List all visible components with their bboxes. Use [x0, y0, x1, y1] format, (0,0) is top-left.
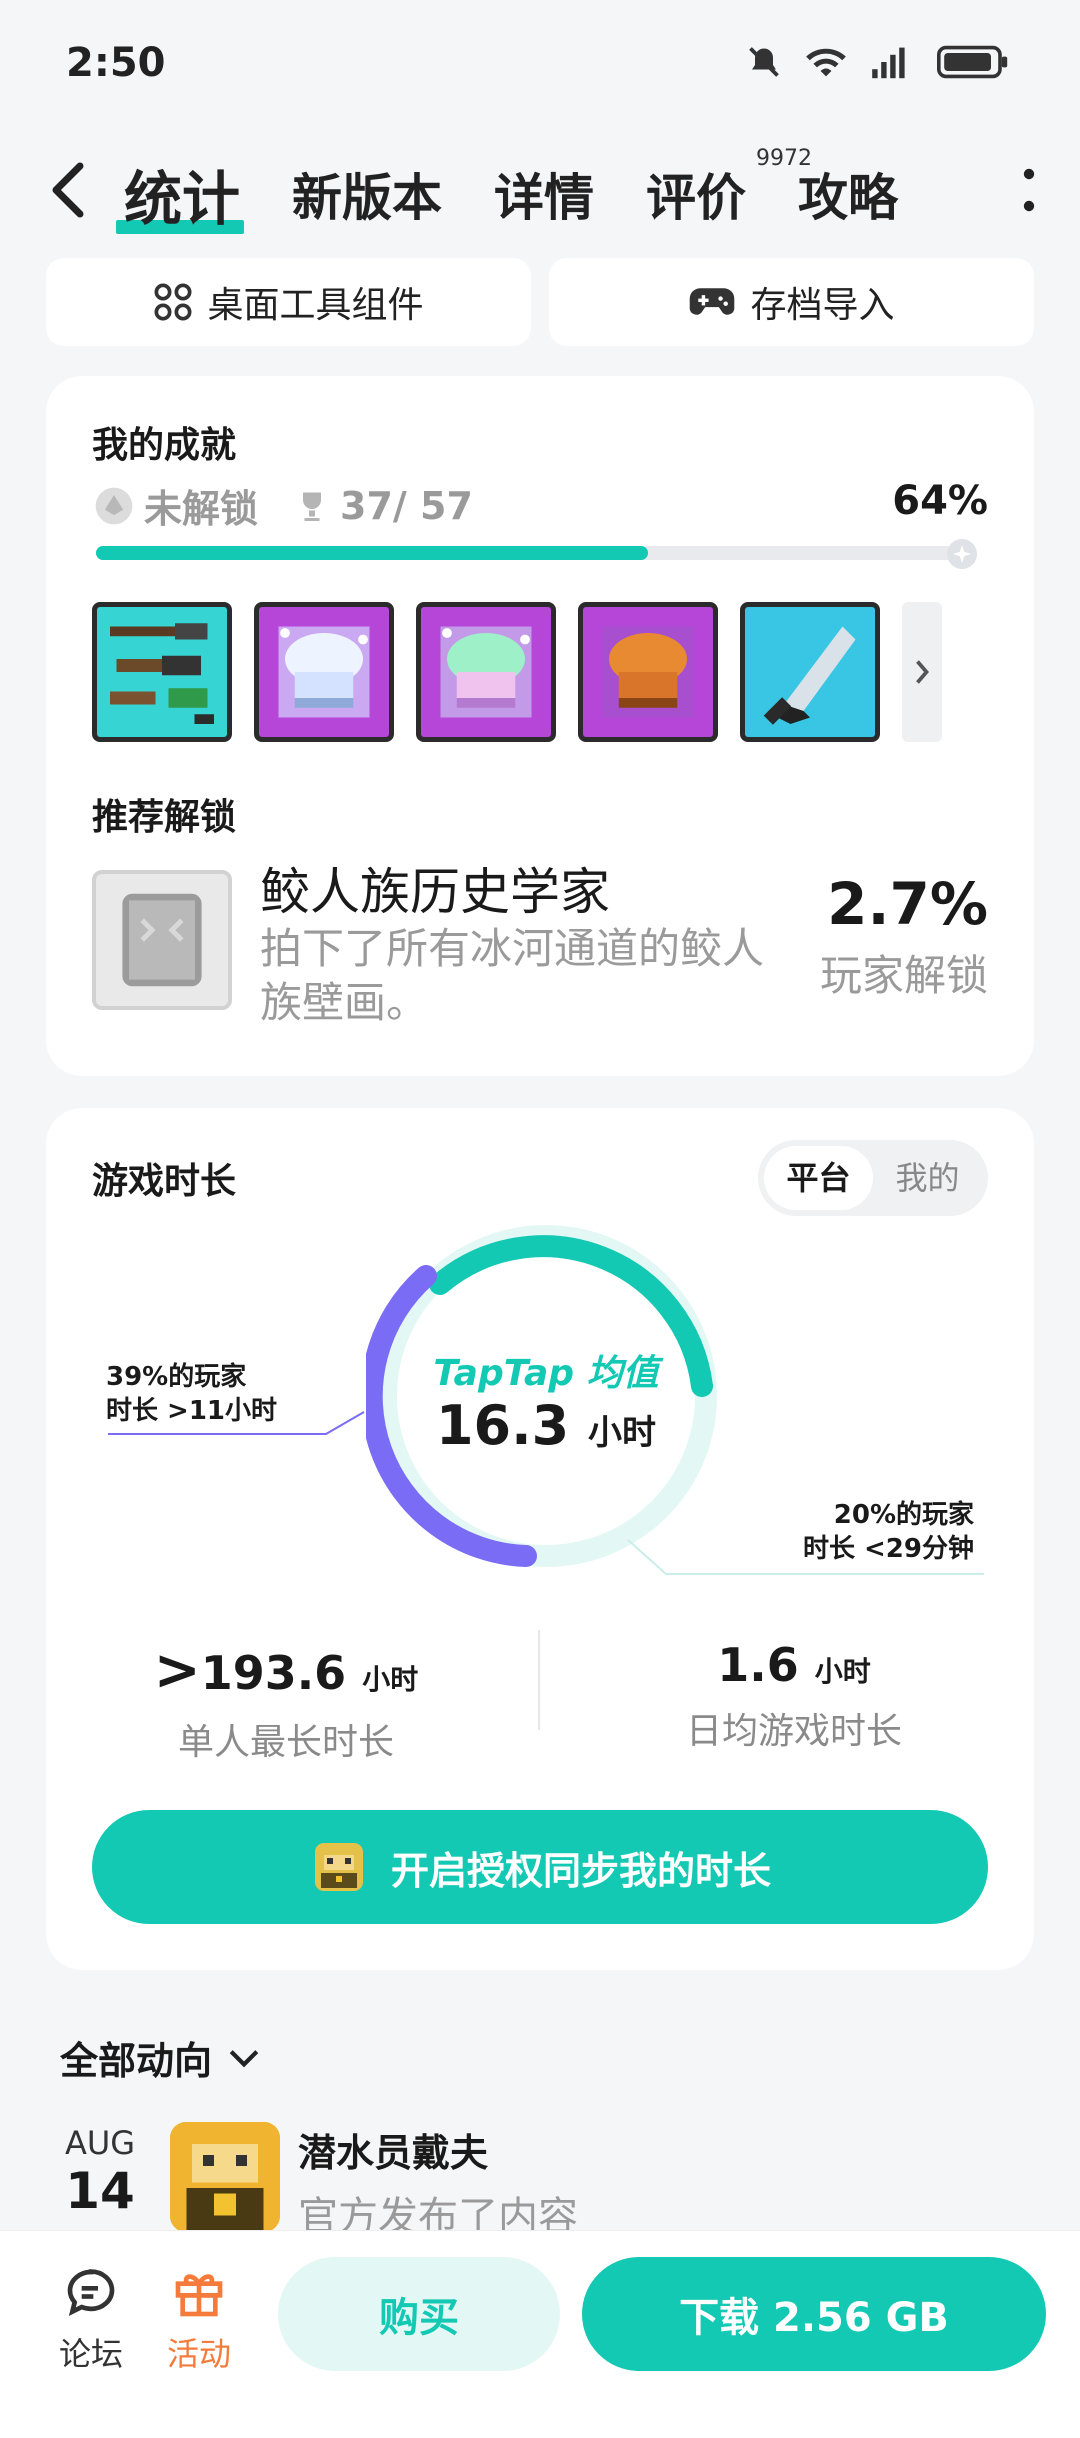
- achievement-progress-fill: [96, 546, 648, 560]
- tab-guides[interactable]: 攻略: [798, 158, 898, 230]
- tab-reviews[interactable]: 评价 9972: [646, 146, 812, 230]
- max-playtime-stat: >193.6 小时 单人最长时长: [46, 1638, 526, 1765]
- status-time: 2:50: [66, 40, 166, 86]
- donut-number: 16.3: [435, 1394, 570, 1457]
- battery-icon: [937, 45, 1008, 79]
- tab-reviews-label: 评价: [646, 169, 747, 227]
- feed-avatar[interactable]: [170, 2122, 280, 2232]
- diver-avatar-icon: [314, 1843, 363, 1891]
- locked-label: 未解锁: [144, 487, 259, 531]
- forum-icon: [67, 2269, 115, 2317]
- unlock-rate: 2.7%: [827, 870, 988, 938]
- playtime-title: 游戏时长: [92, 1161, 237, 1202]
- chevron-down-icon: [229, 2049, 259, 2067]
- achievement-summary: 未解锁 37/ 57: [92, 478, 992, 533]
- daily-value: 1.6: [717, 1638, 799, 1692]
- locked-badge-icon: [95, 487, 133, 524]
- unlock-rate-label: 玩家解锁: [819, 951, 988, 1000]
- max-prefix: >: [153, 1638, 201, 1703]
- playtime-card: 游戏时长 平台 我的 TapTap 均值 16.3 小时 39%的玩家 时长 >…: [46, 1108, 1034, 1970]
- achievement-chef-hat-green-icon[interactable]: [416, 602, 556, 742]
- max-value: 193.6: [200, 1646, 347, 1700]
- annotation-right-line1: 20%的玩家: [833, 1500, 974, 1530]
- signal-icon: [872, 47, 905, 79]
- daily-unit: 小时: [814, 1655, 871, 1688]
- activity-label: 活动: [166, 2335, 231, 2373]
- daily-label: 日均游戏时长: [685, 1711, 902, 1752]
- recommended-achievement-name: 鲛人族历史学家: [260, 863, 610, 921]
- download-button[interactable]: 下载 2.56 GB: [582, 2257, 1046, 2371]
- widget-button-label: 桌面工具组件: [207, 285, 424, 326]
- gamepad-icon: [690, 288, 735, 315]
- achievement-count: 37/ 57: [340, 483, 473, 528]
- widgets-icon: [154, 283, 192, 321]
- bottom-bar: 论坛 活动 购买 下载 2.56 GB: [0, 2230, 1080, 2438]
- gift-icon: [175, 2274, 223, 2317]
- buy-button[interactable]: 购买: [278, 2257, 560, 2371]
- feed-date: AUG 14: [60, 2124, 140, 2220]
- feed-filter-label: 全部动向: [60, 2039, 213, 2083]
- forum-label: 论坛: [58, 2335, 123, 2373]
- recommended-achievement-icon[interactable]: [92, 870, 232, 1010]
- wifi-icon: [806, 48, 846, 77]
- trophy-icon: [303, 492, 322, 521]
- donut-label: TapTap 均值: [433, 1353, 659, 1394]
- activity-button[interactable]: 活动: [154, 2265, 244, 2375]
- annotation-left-line1: 39%的玩家: [106, 1362, 247, 1392]
- nav-tabs: 统计 新版本 详情 评价 9972 攻略: [115, 146, 898, 236]
- tab-details[interactable]: 详情: [494, 158, 594, 230]
- annotation-right-leader: [627, 1539, 984, 1575]
- quick-buttons: 桌面工具组件 存档导入: [46, 258, 1034, 346]
- playtime-segment: 平台 我的: [758, 1140, 988, 1216]
- achievements-next-button[interactable]: [902, 602, 942, 742]
- save-import-label: 存档导入: [750, 285, 895, 326]
- donut-value: 16.3 小时: [366, 1394, 726, 1457]
- recommend-title: 推荐解锁: [92, 797, 237, 838]
- recommended-achievement-desc: 拍下了所有冰河通道的鲛人族壁画。: [260, 924, 765, 1027]
- achievement-chef-hat-orange-icon[interactable]: [578, 602, 718, 742]
- achievements-card: 我的成就 未解锁 37/ 57 64% 推荐解锁 鲛人族历史学家 拍下了所有冰河…: [46, 376, 1034, 1076]
- tab-stats[interactable]: 统计: [115, 152, 245, 236]
- feed-filter[interactable]: 全部动向: [60, 2030, 260, 2085]
- segment-mine[interactable]: 我的: [873, 1146, 982, 1210]
- achievement-cleaver-icon[interactable]: [740, 602, 880, 742]
- more-icon[interactable]: [1022, 166, 1036, 214]
- achievement-chef-hat-blue-icon[interactable]: [254, 602, 394, 742]
- max-unit: 小时: [362, 1663, 419, 1696]
- sync-playtime-button[interactable]: 开启授权同步我的时长: [92, 1810, 988, 1924]
- feed-month: AUG: [64, 2124, 136, 2162]
- chevron-right-icon: [916, 660, 929, 684]
- daily-playtime-stat: 1.6 小时 日均游戏时长: [554, 1638, 1034, 1754]
- segment-platform[interactable]: 平台: [764, 1146, 873, 1210]
- feed-day: 14: [65, 2162, 135, 2220]
- tab-new-version[interactable]: 新版本: [292, 158, 442, 230]
- mute-icon: [749, 47, 779, 77]
- achievement-percent: 64%: [892, 478, 988, 524]
- save-import-button[interactable]: 存档导入: [549, 258, 1034, 346]
- forum-button[interactable]: 论坛: [46, 2265, 136, 2375]
- sync-button-label: 开启授权同步我的时长: [390, 1848, 771, 1893]
- stat-divider: [538, 1630, 540, 1730]
- donut-unit: 小时: [588, 1413, 657, 1453]
- achievement-weapons-icon[interactable]: [92, 602, 232, 742]
- annotation-left-leader: [108, 1411, 365, 1435]
- feed-author[interactable]: 潜水员戴夫: [298, 2122, 488, 2177]
- achievement-icons: [92, 602, 942, 742]
- achievements-title: 我的成就: [92, 425, 237, 466]
- max-label: 单人最长时长: [177, 1722, 394, 1763]
- back-icon[interactable]: [48, 160, 88, 220]
- status-icons: [746, 44, 1010, 80]
- widget-button[interactable]: 桌面工具组件: [46, 258, 531, 346]
- progress-end-marker-icon: [947, 539, 977, 569]
